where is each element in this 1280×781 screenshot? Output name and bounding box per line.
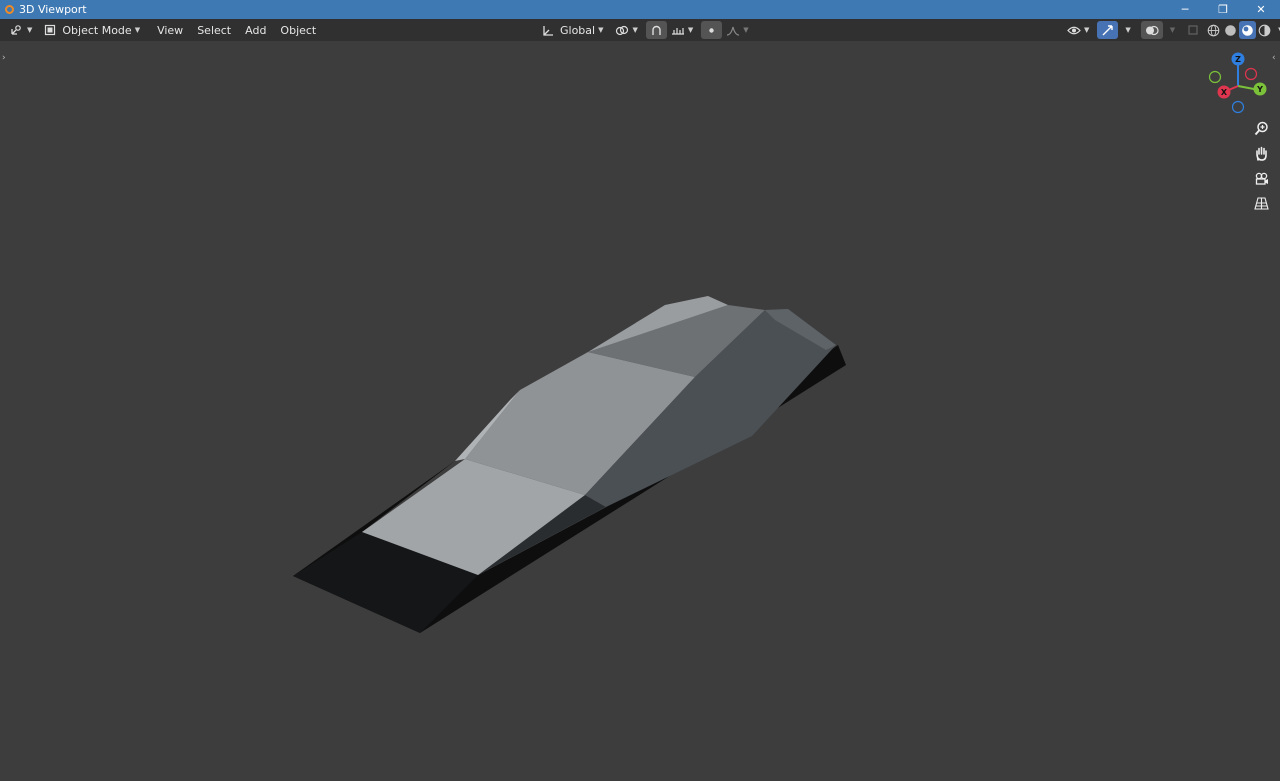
proportional-edit-toggle[interactable]	[701, 21, 723, 39]
rendered-sphere-icon	[1258, 24, 1271, 36]
wireframe-sphere-icon	[1207, 24, 1220, 36]
transform-controls: Global ▼ ▼ ▼ ▼	[537, 21, 753, 39]
viewport-header: ▼ Object Mode ▼ View Select Add Object G…	[0, 19, 1280, 41]
chevron-down-icon: ▼	[1084, 26, 1090, 34]
visibility-dropdown[interactable]: ▼	[1063, 21, 1093, 39]
object-mode-icon	[45, 24, 56, 36]
gizmo-icon	[1102, 24, 1114, 35]
material-preview-button[interactable]	[1239, 21, 1257, 39]
falloff-curve-icon	[727, 26, 740, 36]
menu-view[interactable]: View	[150, 21, 190, 39]
shading-modes: ▼	[1205, 21, 1280, 39]
menu-bar: View Select Add Object	[150, 21, 323, 39]
grid-perspective-icon	[1253, 196, 1269, 210]
x-axis-label: X	[1221, 88, 1228, 97]
y-axis-label: Y	[1256, 85, 1263, 94]
z-axis-label: Z	[1235, 55, 1241, 64]
shading-dropdown[interactable]: ▼	[1273, 21, 1280, 39]
falloff-dropdown[interactable]: ▼	[722, 21, 752, 39]
chevron-down-icon: ▼	[1125, 26, 1131, 34]
navigation-gizmo[interactable]: Z Y X	[1203, 49, 1273, 119]
zoom-icon	[1254, 121, 1268, 135]
proportional-edit-icon	[709, 27, 714, 33]
snap-increment-icon	[671, 27, 684, 35]
restore-button[interactable]: ❐	[1204, 0, 1242, 19]
menu-object[interactable]: Object	[273, 21, 323, 39]
solid-shading-button[interactable]	[1222, 21, 1239, 39]
pivot-dropdown[interactable]: ▼	[611, 21, 641, 39]
chevron-down-icon: ▼	[134, 26, 141, 34]
title-bar: 3D Viewport ─ ❐ ✕	[0, 0, 1280, 19]
gizmo-dropdown[interactable]: ▼	[1118, 21, 1134, 39]
neg-y-axis-handle[interactable]	[1208, 70, 1222, 84]
xray-toggle[interactable]	[1183, 21, 1203, 39]
overlays-dropdown[interactable]: ▼	[1163, 21, 1179, 39]
mode-dropdown[interactable]: Object Mode ▼	[40, 21, 144, 39]
3d-viewport-icon	[11, 25, 21, 35]
window-title: 3D Viewport	[19, 3, 87, 16]
display-controls: ▼ ▼ ▼	[1063, 21, 1280, 39]
blender-logo-icon	[5, 5, 14, 14]
menu-add[interactable]: Add	[238, 21, 273, 39]
perspective-toggle-button[interactable]	[1250, 192, 1272, 214]
rendered-shading-button[interactable]	[1256, 21, 1273, 39]
chevron-down-icon: ▼	[1169, 26, 1176, 34]
3d-viewport[interactable]: › ‹ Z Y X	[0, 41, 1280, 781]
overlays-icon	[1145, 25, 1159, 35]
overlays-toggle[interactable]	[1140, 21, 1163, 39]
menu-select[interactable]: Select	[190, 21, 238, 39]
zoom-button[interactable]	[1250, 117, 1272, 139]
orientation-label: Global	[560, 23, 596, 37]
material-sphere-icon	[1242, 24, 1253, 36]
pan-button[interactable]	[1250, 142, 1272, 164]
snap-target-dropdown[interactable]: ▼	[667, 21, 697, 39]
chevron-down-icon: ▼	[598, 26, 604, 34]
solid-sphere-icon	[1225, 24, 1236, 36]
snap-toggle[interactable]	[645, 21, 667, 39]
editor-type-button[interactable]: ▼	[6, 21, 36, 39]
car-mesh[interactable]	[0, 41, 1280, 781]
eye-icon	[1067, 26, 1081, 34]
camera-view-button[interactable]	[1250, 167, 1272, 189]
magnet-icon	[652, 25, 661, 35]
chevron-down-icon: ▼	[27, 26, 33, 34]
chevron-down-icon: ▼	[632, 26, 638, 34]
chevron-down-icon: ▼	[687, 26, 694, 34]
chevron-down-icon: ▼	[743, 26, 749, 34]
gizmo-toggle[interactable]	[1097, 21, 1119, 39]
orientation-icon	[543, 25, 553, 36]
mode-label: Object Mode	[62, 23, 132, 37]
minimize-button[interactable]: ─	[1166, 0, 1204, 19]
neg-z-axis-handle[interactable]	[1231, 100, 1245, 114]
close-button[interactable]: ✕	[1242, 0, 1280, 19]
wireframe-shading-button[interactable]	[1205, 21, 1222, 39]
orientation-dropdown[interactable]: Global ▼	[537, 21, 607, 39]
pivot-point-icon	[616, 25, 629, 35]
hand-icon	[1255, 146, 1267, 161]
neg-x-axis-handle[interactable]	[1244, 67, 1258, 81]
camera-icon	[1255, 172, 1268, 185]
xray-icon	[1188, 25, 1198, 35]
